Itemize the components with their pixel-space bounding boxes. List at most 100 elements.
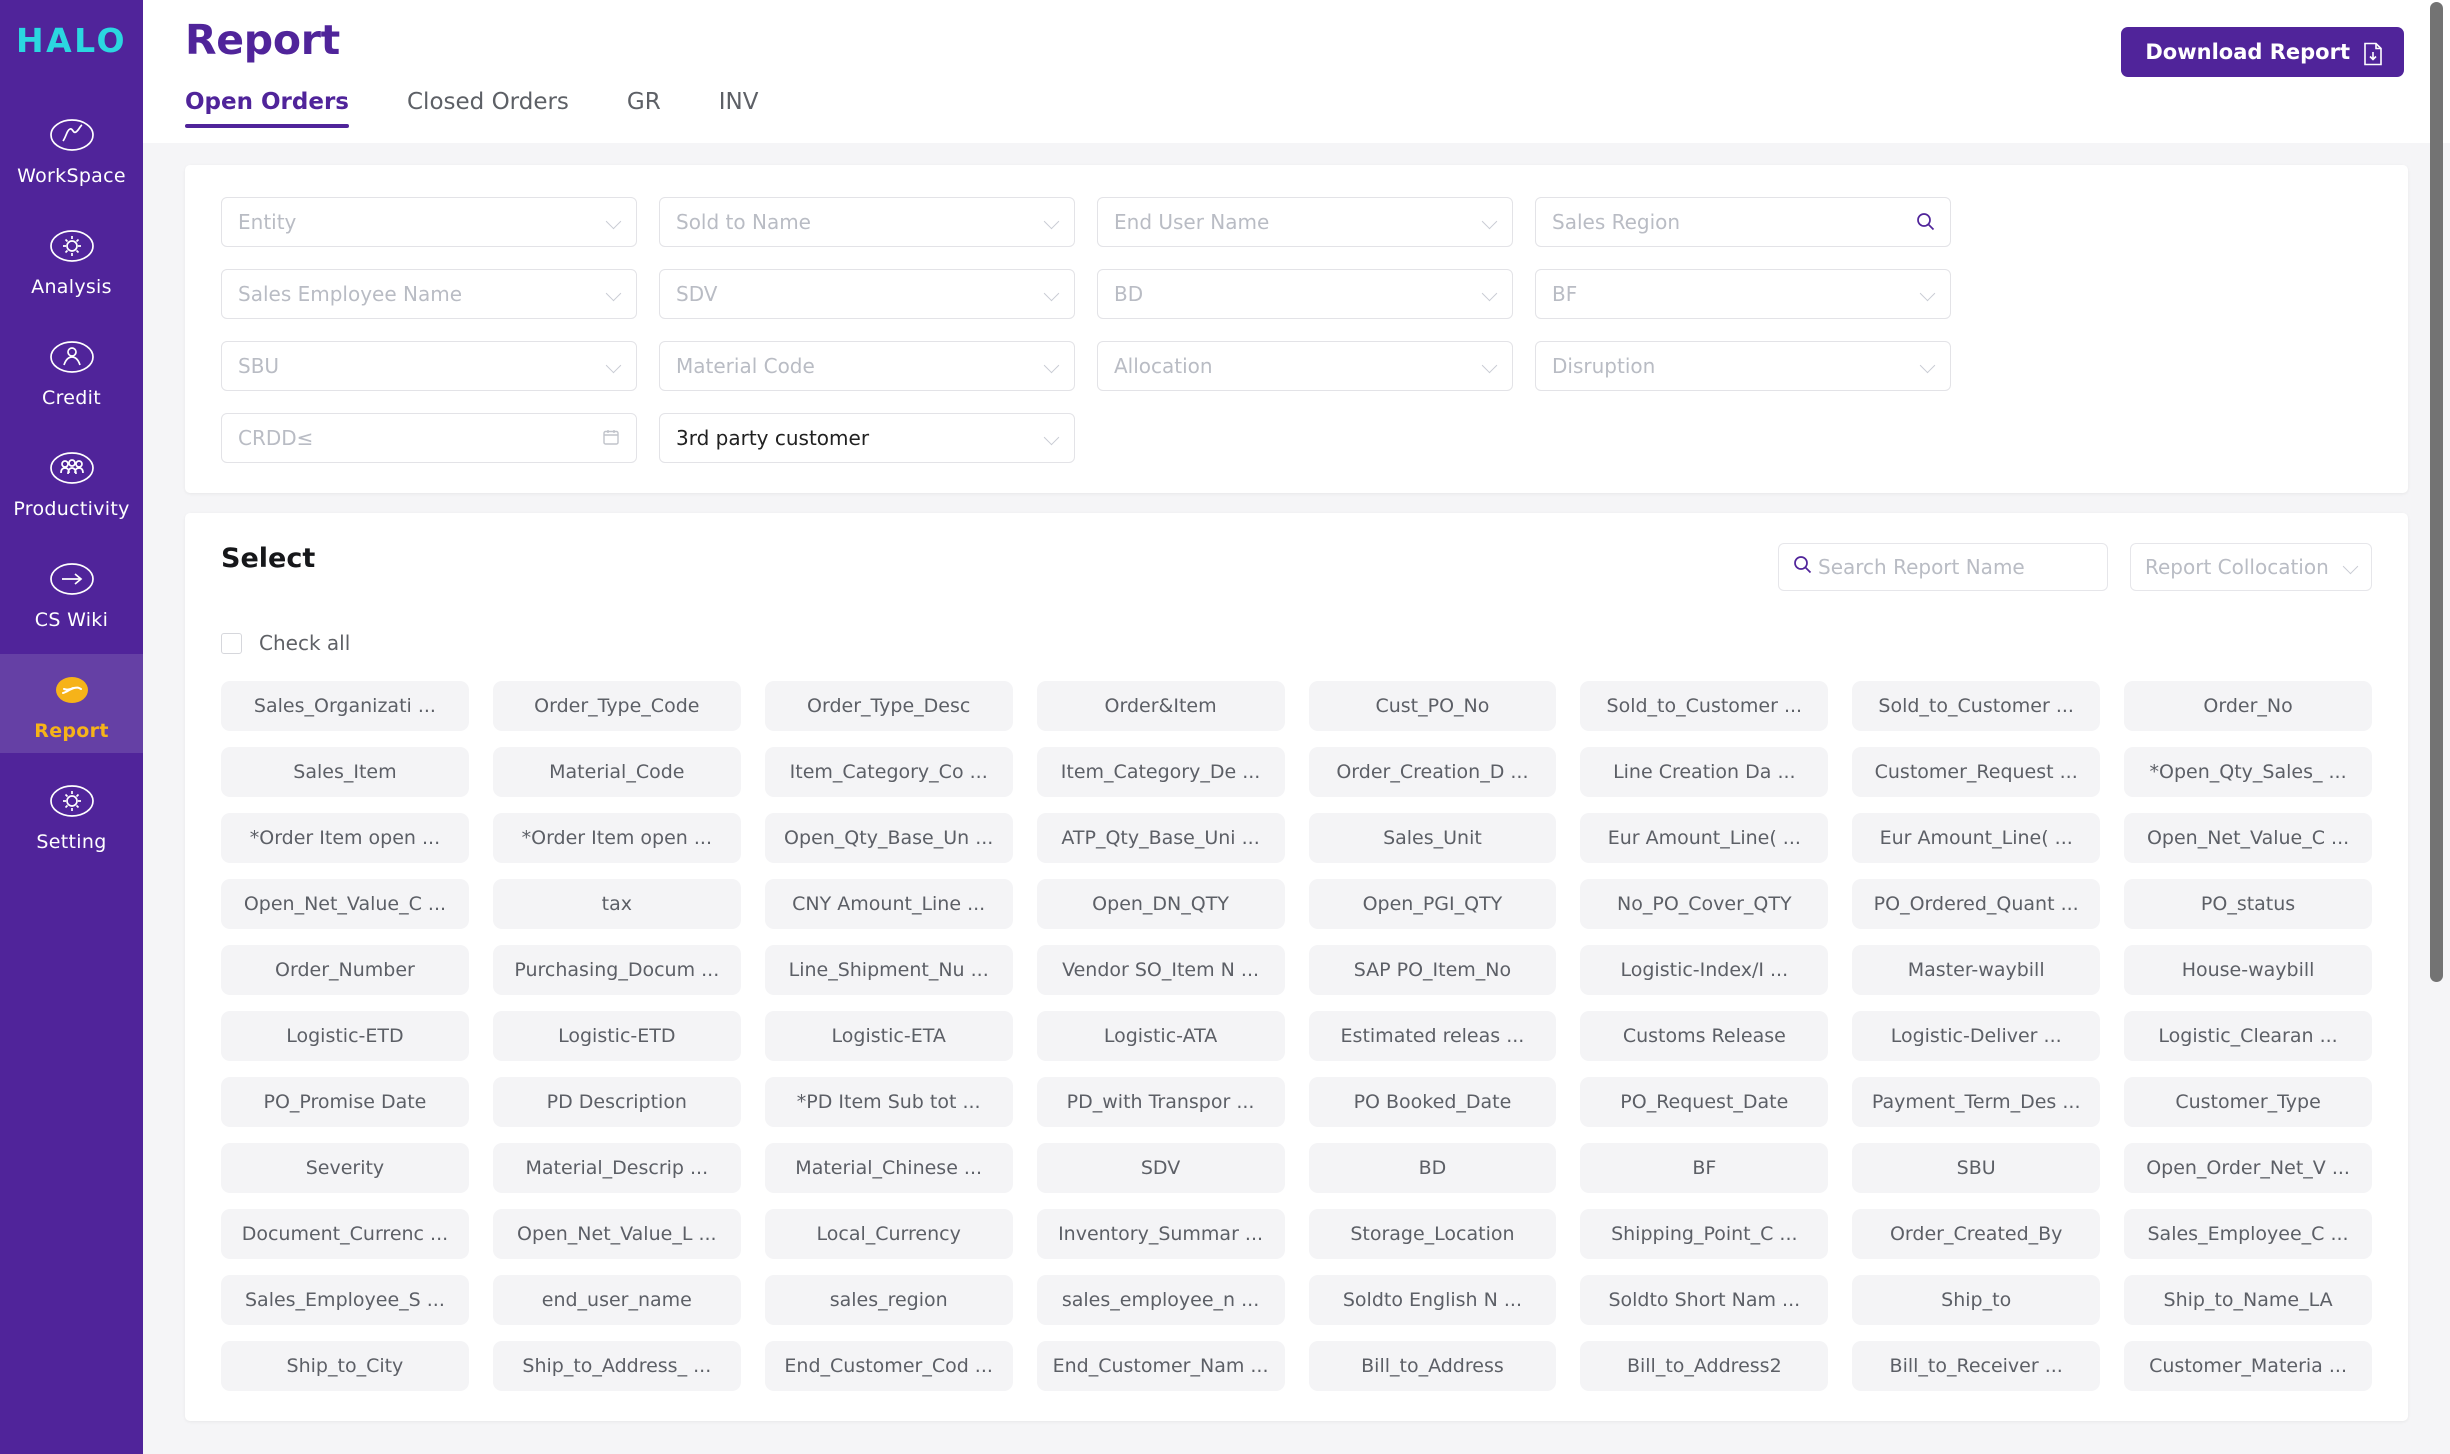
search-report-input[interactable] [1818,555,2095,579]
report-field-chip[interactable]: *Order Item open ... [221,813,469,863]
sidebar-item-credit[interactable]: Credit [0,321,143,420]
report-field-chip[interactable]: *PD Item Sub tot ... [764,1077,1013,1127]
vertical-scrollbar[interactable] [2428,0,2445,1454]
report-field-chip[interactable]: Soldto Short Nam ... [1580,1275,1829,1325]
report-field-chip[interactable]: *Order Item open ... [492,813,741,863]
report-field-chip[interactable]: Logistic_Clearan ... [2124,1011,2372,1061]
report-field-chip[interactable]: Sold_to_Customer ... [1852,681,2101,731]
report-field-chip[interactable]: Item_Category_De ... [1036,747,1285,797]
tab-inv[interactable]: INV [719,89,759,128]
report-field-chip[interactable]: *Open_Qty_Sales_ ... [2124,747,2372,797]
report-field-chip[interactable]: ATP_Qty_Base_Uni ... [1036,813,1285,863]
report-field-chip[interactable]: Ship_to_Name_LA [2124,1275,2372,1325]
filter-sales-region[interactable]: Sales Region [1535,197,1951,247]
filter-sbu[interactable]: SBU [221,341,637,391]
check-all-row[interactable]: Check all [221,631,2372,655]
report-field-chip[interactable]: PO_Ordered_Quant ... [1852,879,2101,929]
report-field-chip[interactable]: Logistic-Index/I ... [1580,945,1829,995]
report-field-chip[interactable]: Open_PGI_QTY [1308,879,1557,929]
report-field-chip[interactable]: PO_status [2124,879,2372,929]
filter-bd[interactable]: BD [1097,269,1513,319]
report-field-chip[interactable]: CNY Amount_Line ... [764,879,1013,929]
report-field-chip[interactable]: Document_Currenc ... [221,1209,469,1259]
report-field-chip[interactable]: Line_Shipment_Nu ... [764,945,1013,995]
report-field-chip[interactable]: Sales_Employee_S ... [221,1275,469,1325]
report-field-chip[interactable]: Bill_to_Address [1308,1341,1557,1391]
filter-sdv[interactable]: SDV [659,269,1075,319]
report-field-chip[interactable]: sales_region [764,1275,1013,1325]
report-field-chip[interactable]: Order_Type_Desc [764,681,1013,731]
report-field-chip[interactable]: Inventory_Summar ... [1036,1209,1285,1259]
report-field-chip[interactable]: Logistic-ETD [492,1011,741,1061]
report-field-chip[interactable]: End_Customer_Nam ... [1036,1341,1285,1391]
report-field-chip[interactable]: Eur Amount_Line( ... [1580,813,1829,863]
sidebar-item-workspace[interactable]: WorkSpace [0,99,143,198]
report-field-chip[interactable]: Local_Currency [764,1209,1013,1259]
sidebar-item-productivity[interactable]: Productivity [0,432,143,531]
report-field-chip[interactable]: Sales_Unit [1308,813,1557,863]
report-field-chip[interactable]: Logistic-ETA [764,1011,1013,1061]
report-field-chip[interactable]: PD_with Transpor ... [1036,1077,1285,1127]
report-field-chip[interactable]: SDV [1036,1143,1285,1193]
report-field-chip[interactable]: No_PO_Cover_QTY [1580,879,1829,929]
report-field-chip[interactable]: SAP PO_Item_No [1308,945,1557,995]
report-field-chip[interactable]: Sales_Organizati ... [221,681,469,731]
report-field-chip[interactable]: Customer_Materia ... [2124,1341,2372,1391]
report-field-chip[interactable]: Customer_Request ... [1852,747,2101,797]
sidebar-item-cs-wiki[interactable]: CS Wiki [0,543,143,642]
report-field-chip[interactable]: PO_Promise Date [221,1077,469,1127]
report-field-chip[interactable]: Cust_PO_No [1308,681,1557,731]
report-field-chip[interactable]: Logistic-ATA [1036,1011,1285,1061]
report-field-chip[interactable]: Bill_to_Receiver ... [1852,1341,2101,1391]
report-field-chip[interactable]: Estimated releas ... [1308,1011,1557,1061]
report-field-chip[interactable]: Open_Order_Net_V ... [2124,1143,2372,1193]
report-field-chip[interactable]: Sold_to_Customer ... [1580,681,1829,731]
filter-allocation[interactable]: Allocation [1097,341,1513,391]
check-all-checkbox[interactable] [221,632,242,654]
report-field-chip[interactable]: Severity [221,1143,469,1193]
report-field-chip[interactable]: Payment_Term_Des ... [1852,1077,2101,1127]
report-field-chip[interactable]: Order_Number [221,945,469,995]
report-field-chip[interactable]: PD Description [492,1077,741,1127]
report-field-chip[interactable]: Storage_Location [1308,1209,1557,1259]
search-report-box[interactable] [1778,543,2108,591]
report-field-chip[interactable]: Ship_to [1852,1275,2101,1325]
report-field-chip[interactable]: Customs Release [1580,1011,1829,1061]
scrollbar-thumb[interactable] [2430,2,2443,982]
report-collocation-select[interactable]: Report Collocation [2130,543,2372,591]
report-field-chip[interactable]: Ship_to_City [221,1341,469,1391]
filter-entity[interactable]: Entity [221,197,637,247]
tab-gr[interactable]: GR [627,89,661,128]
filter-3rd-party-customer[interactable]: 3rd party customer [659,413,1075,463]
report-field-chip[interactable]: Purchasing_Docum ... [492,945,741,995]
report-field-chip[interactable]: Line Creation Da ... [1580,747,1829,797]
filter-disruption[interactable]: Disruption [1535,341,1951,391]
report-field-chip[interactable]: BD [1308,1143,1557,1193]
report-field-chip[interactable]: Shipping_Point_C ... [1580,1209,1829,1259]
report-field-chip[interactable]: end_user_name [492,1275,741,1325]
sidebar-item-report[interactable]: Report [0,654,143,753]
report-field-chip[interactable]: Material_Descrip ... [492,1143,741,1193]
report-field-chip[interactable]: Logistic-Deliver ... [1852,1011,2101,1061]
report-field-chip[interactable]: Open_Net_Value_C ... [2124,813,2372,863]
report-field-chip[interactable]: Item_Category_Co ... [764,747,1013,797]
report-field-chip[interactable]: Material_Code [492,747,741,797]
tab-open-orders[interactable]: Open Orders [185,89,349,129]
report-field-chip[interactable]: Eur Amount_Line( ... [1852,813,2101,863]
filter-material-code[interactable]: Material Code [659,341,1075,391]
report-field-chip[interactable]: House-waybill [2124,945,2372,995]
report-field-chip[interactable]: Logistic-ETD [221,1011,469,1061]
filter-end-user-name[interactable]: End User Name [1097,197,1513,247]
report-field-chip[interactable]: SBU [1852,1143,2101,1193]
report-field-chip[interactable]: Soldto English N ... [1308,1275,1557,1325]
report-field-chip[interactable]: Order_Created_By [1852,1209,2101,1259]
report-field-chip[interactable]: Sales_Employee_C ... [2124,1209,2372,1259]
report-field-chip[interactable]: Material_Chinese ... [764,1143,1013,1193]
filter-bf[interactable]: BF [1535,269,1951,319]
report-field-chip[interactable]: End_Customer_Cod ... [764,1341,1013,1391]
report-field-chip[interactable]: Open_Net_Value_C ... [221,879,469,929]
tab-closed-orders[interactable]: Closed Orders [407,89,569,128]
filter-sales-employee-name[interactable]: Sales Employee Name [221,269,637,319]
report-field-chip[interactable]: Open_Qty_Base_Un ... [764,813,1013,863]
report-field-chip[interactable]: Open_DN_QTY [1036,879,1285,929]
